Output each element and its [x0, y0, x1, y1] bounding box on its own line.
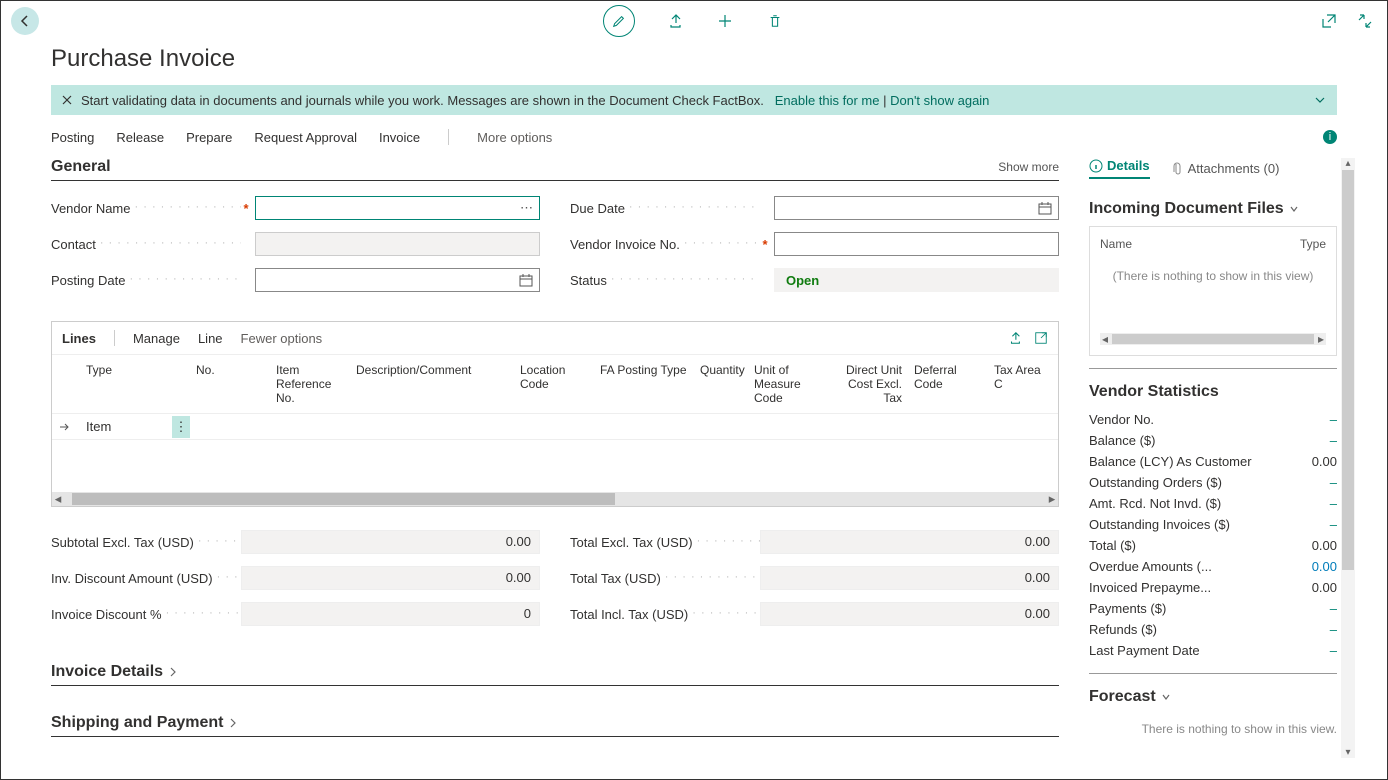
overdue-link[interactable]: 0.00 — [1312, 559, 1337, 574]
action-prepare[interactable]: Prepare — [186, 130, 232, 145]
col-deferral[interactable]: Deferral Code — [908, 355, 988, 413]
new-icon[interactable] — [715, 11, 735, 31]
subtotal-label: Subtotal Excl. Tax (USD) — [51, 535, 241, 550]
action-divider — [448, 129, 449, 145]
share-icon[interactable] — [665, 11, 685, 31]
lines-section: Lines Manage Line Fewer options — [51, 321, 1059, 507]
lookup-icon[interactable]: ⋯ — [520, 200, 533, 216]
back-button[interactable] — [11, 7, 39, 35]
lines-line[interactable]: Line — [198, 331, 223, 346]
incoming-hscrollbar[interactable]: ◂▸ — [1100, 333, 1326, 345]
contact-input[interactable] — [255, 232, 540, 256]
total-incl-label: Total Incl. Tax (USD) — [570, 607, 760, 622]
posting-date-label: Posting Date — [51, 273, 241, 288]
inv-pct-label: Invoice Discount % — [51, 607, 241, 622]
posting-date-input[interactable] — [255, 268, 540, 292]
status-label: Status — [570, 273, 760, 288]
chevron-right-icon — [227, 717, 239, 729]
incoming-files-heading: Incoming Document Files — [1089, 200, 1284, 218]
lines-hscrollbar[interactable]: ◂▸ — [52, 492, 1058, 506]
total-excl-value: 0.00 — [760, 530, 1059, 554]
inv-disc-label: Inv. Discount Amount (USD) — [51, 571, 241, 586]
page-title: Purchase Invoice — [1, 41, 1387, 85]
action-more-options[interactable]: More options — [477, 130, 552, 145]
lines-fewer-options[interactable]: Fewer options — [241, 331, 323, 346]
info-icon — [1089, 159, 1103, 173]
col-fa-posting[interactable]: FA Posting Type — [594, 355, 694, 413]
col-quantity[interactable]: Quantity — [694, 355, 748, 413]
inv-disc-value[interactable]: 0.00 — [241, 566, 540, 590]
popout-icon[interactable] — [1319, 11, 1339, 31]
total-incl-value: 0.00 — [760, 602, 1059, 626]
forecast-empty-text: There is nothing to show in this view. — [1089, 722, 1337, 736]
delete-icon[interactable] — [765, 11, 785, 31]
chevron-right-icon — [167, 666, 179, 678]
notification-close-icon[interactable] — [61, 94, 73, 106]
col-description[interactable]: Description/Comment — [350, 355, 514, 413]
show-more-link[interactable]: Show more — [998, 160, 1059, 174]
vendor-invoice-no-input[interactable] — [774, 232, 1059, 256]
attachments-tab[interactable]: Attachments (0) — [1170, 158, 1280, 179]
vendor-stats-heading: Vendor Statistics — [1089, 383, 1219, 401]
col-no[interactable]: No. — [190, 355, 270, 413]
lines-share-icon[interactable] — [1008, 331, 1022, 345]
due-date-label: Due Date — [570, 201, 760, 216]
col-location[interactable]: Location Code — [514, 355, 594, 413]
side-vscrollbar[interactable]: ▴▾ — [1341, 158, 1355, 758]
notification-text: Start validating data in documents and j… — [81, 93, 764, 108]
action-posting[interactable]: Posting — [51, 130, 94, 145]
action-release[interactable]: Release — [116, 130, 164, 145]
table-row[interactable]: Item ⋮ — [52, 414, 1058, 440]
total-tax-label: Total Tax (USD) — [570, 571, 760, 586]
incoming-empty-text: (There is nothing to show in this view) — [1100, 269, 1326, 283]
total-excl-label: Total Excl. Tax (USD) — [570, 535, 760, 550]
inv-pct-value[interactable]: 0 — [241, 602, 540, 626]
info-indicator-icon[interactable]: i — [1323, 130, 1337, 144]
chevron-down-icon[interactable] — [1160, 691, 1172, 703]
calendar-icon[interactable] — [1038, 201, 1052, 215]
calendar-icon[interactable] — [519, 273, 533, 287]
inc-col-name[interactable]: Name — [1100, 237, 1132, 251]
required-icon: * — [760, 237, 770, 252]
status-value: Open — [774, 268, 1059, 292]
total-tax-value: 0.00 — [760, 566, 1059, 590]
col-direct-cost[interactable]: Direct Unit Cost Excl. Tax — [828, 355, 908, 413]
lines-manage[interactable]: Manage — [133, 331, 180, 346]
vendor-name-input[interactable]: ⋯ — [255, 196, 540, 220]
subtotal-value: 0.00 — [241, 530, 540, 554]
invoice-details-section[interactable]: Invoice Details — [51, 657, 1059, 686]
chevron-down-icon[interactable] — [1288, 203, 1300, 215]
collapse-icon[interactable] — [1355, 11, 1375, 31]
vendor-invoice-no-label: Vendor Invoice No. — [570, 237, 760, 252]
dont-show-link[interactable]: Don't show again — [890, 93, 989, 108]
enable-link[interactable]: Enable this for me — [775, 93, 880, 108]
row-arrow-icon[interactable] — [52, 413, 80, 441]
col-type[interactable]: Type — [80, 355, 172, 413]
col-tax-area[interactable]: Tax Area C — [988, 355, 1058, 413]
action-request-approval[interactable]: Request Approval — [254, 130, 357, 145]
inc-col-type[interactable]: Type — [1300, 237, 1326, 251]
shipping-payment-section[interactable]: Shipping and Payment — [51, 708, 1059, 737]
col-uom[interactable]: Unit of Measure Code — [748, 355, 828, 413]
required-icon: * — [241, 201, 251, 216]
edit-button[interactable] — [603, 5, 635, 37]
vendor-name-label: Vendor Name — [51, 201, 241, 216]
col-item-ref[interactable]: Item Reference No. — [270, 355, 350, 413]
attachment-icon — [1170, 162, 1184, 176]
notification-bar: Start validating data in documents and j… — [51, 85, 1337, 115]
action-invoice[interactable]: Invoice — [379, 130, 420, 145]
row-type[interactable]: Item — [80, 411, 172, 442]
details-tab[interactable]: Details — [1089, 158, 1150, 179]
contact-label: Contact — [51, 237, 241, 252]
row-menu-icon[interactable]: ⋮ — [172, 416, 190, 438]
lines-expand-icon[interactable] — [1034, 331, 1048, 345]
notification-chevron-icon[interactable] — [1313, 93, 1327, 107]
general-heading: General — [51, 158, 111, 176]
lines-title: Lines — [62, 331, 96, 346]
forecast-heading: Forecast — [1089, 688, 1156, 706]
due-date-input[interactable] — [774, 196, 1059, 220]
incoming-files-box: Name Type (There is nothing to show in t… — [1089, 226, 1337, 356]
